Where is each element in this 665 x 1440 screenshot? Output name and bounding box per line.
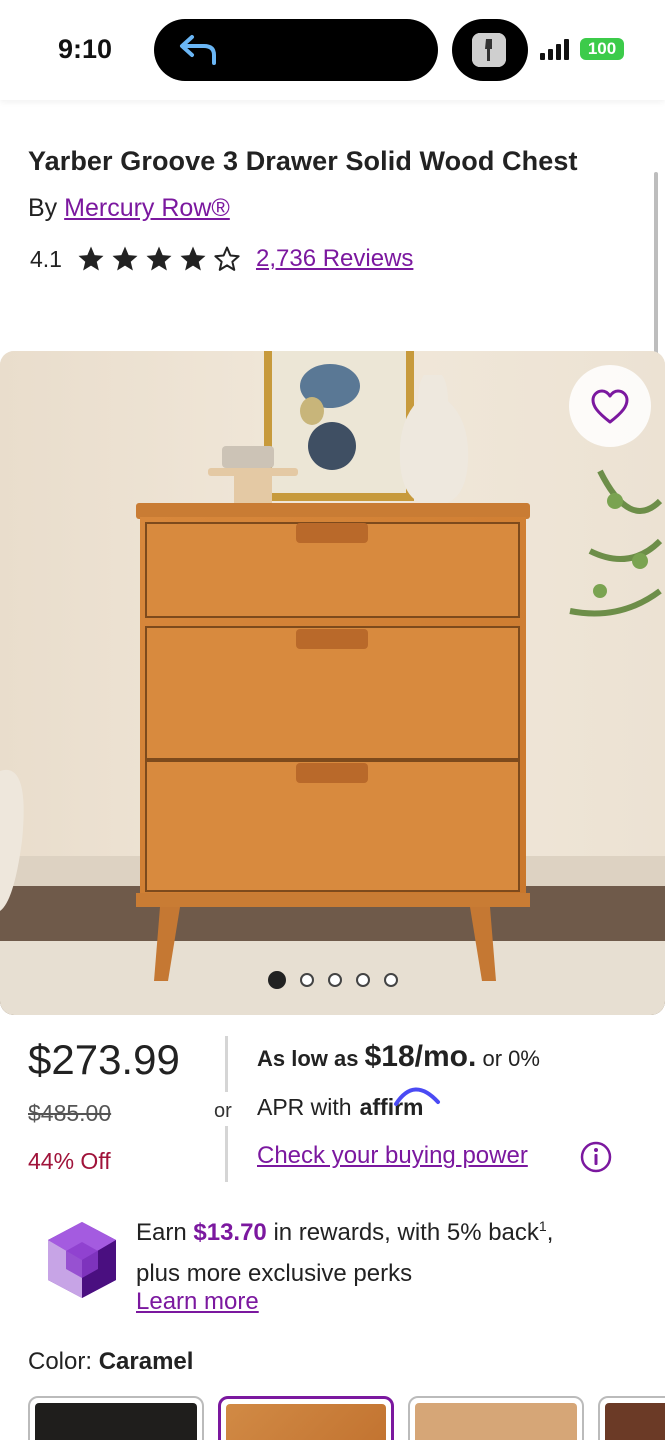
carousel-dot-4[interactable]	[356, 973, 370, 987]
status-bar: 9:10 100	[0, 0, 665, 100]
discount-label: 44% Off	[28, 1148, 111, 1174]
check-buying-power-link[interactable]: Check your buying power	[257, 1142, 528, 1170]
swatch-fill	[35, 1403, 197, 1440]
live-activity-pill	[452, 19, 528, 81]
carousel-dot-2[interactable]	[300, 973, 314, 987]
color-label-text: Color:	[28, 1348, 93, 1375]
carousel-dot-1[interactable]	[268, 971, 286, 989]
divider	[225, 1036, 228, 1092]
color-label: Color: Caramel	[28, 1348, 193, 1376]
carousel-dots	[268, 971, 398, 989]
carousel-dot-5[interactable]	[384, 973, 398, 987]
back-arrow-icon[interactable]	[178, 33, 220, 67]
sale-price: $273.99	[28, 1036, 180, 1083]
rating-value: 4.1	[30, 245, 62, 272]
carousel-dot-3[interactable]	[328, 973, 342, 987]
rewards-text: Earn $13.70 in rewards, with 5% back1, p…	[136, 1206, 636, 1294]
star-rating	[76, 244, 242, 274]
reviews-link[interactable]: 2,736 Reviews	[256, 245, 413, 273]
swatch-fill	[605, 1403, 665, 1440]
rewards-amount: $13.70	[193, 1219, 267, 1246]
learn-more-link[interactable]: Learn more	[136, 1288, 259, 1316]
music-thumbnail-icon	[472, 33, 506, 67]
product-image[interactable]	[0, 351, 665, 1015]
rewards-comma: ,	[546, 1219, 554, 1246]
heart-icon	[591, 389, 629, 424]
status-time: 9:10	[58, 34, 113, 64]
star-filled-icon	[78, 246, 104, 271]
divider	[225, 1126, 228, 1182]
financing-line: As low as $18/mo. or 0%	[257, 1040, 540, 1074]
or-label: or	[214, 1100, 232, 1122]
star-filled-icon	[146, 246, 172, 271]
apr-with-label: APR with	[257, 1094, 352, 1120]
apr-line: APR with affirm	[257, 1087, 440, 1121]
signal-icon	[540, 39, 569, 60]
favorite-button[interactable]	[569, 365, 651, 447]
monthly-price: $18/mo.	[364, 1040, 477, 1073]
original-price: $485.00	[28, 1100, 112, 1126]
rewards-perks: plus more exclusive perks	[136, 1260, 413, 1287]
color-swatch-4[interactable]	[598, 1396, 665, 1440]
star-empty-icon	[214, 246, 240, 271]
color-selected-name: Caramel	[98, 1348, 194, 1375]
star-filled-icon	[112, 246, 138, 271]
info-icon[interactable]	[580, 1141, 612, 1173]
color-swatch-3[interactable]	[408, 1396, 584, 1440]
dynamic-island	[154, 19, 438, 81]
product-title: Yarber Groove 3 Drawer Solid Wood Chest	[28, 146, 578, 176]
star-filled-icon	[180, 246, 206, 271]
color-swatch-1[interactable]	[28, 1396, 204, 1440]
rating-row: 4.1 2,736 Reviews	[30, 242, 413, 276]
dresser-photo	[0, 351, 665, 1015]
rewards-footnote: 1	[538, 1218, 547, 1234]
brand-line: By Mercury Row®	[28, 194, 230, 223]
earn-label: Earn	[136, 1219, 187, 1246]
affirm-arc-icon	[393, 1087, 440, 1106]
by-prefix: By	[28, 194, 58, 222]
rewards-rest: in rewards, with 5% back	[273, 1219, 539, 1246]
swatch-fill	[415, 1403, 577, 1440]
as-low-as-label: As low as	[257, 1046, 359, 1071]
battery-indicator: 100	[580, 38, 624, 60]
brand-link[interactable]: Mercury Row®	[64, 194, 230, 222]
or-zero-label: or 0%	[482, 1046, 540, 1071]
color-swatch-caramel[interactable]	[218, 1396, 394, 1440]
affirm-logo: affirm	[360, 1087, 440, 1121]
rewards-gem-icon	[48, 1222, 116, 1298]
swatch-fill	[226, 1404, 386, 1440]
